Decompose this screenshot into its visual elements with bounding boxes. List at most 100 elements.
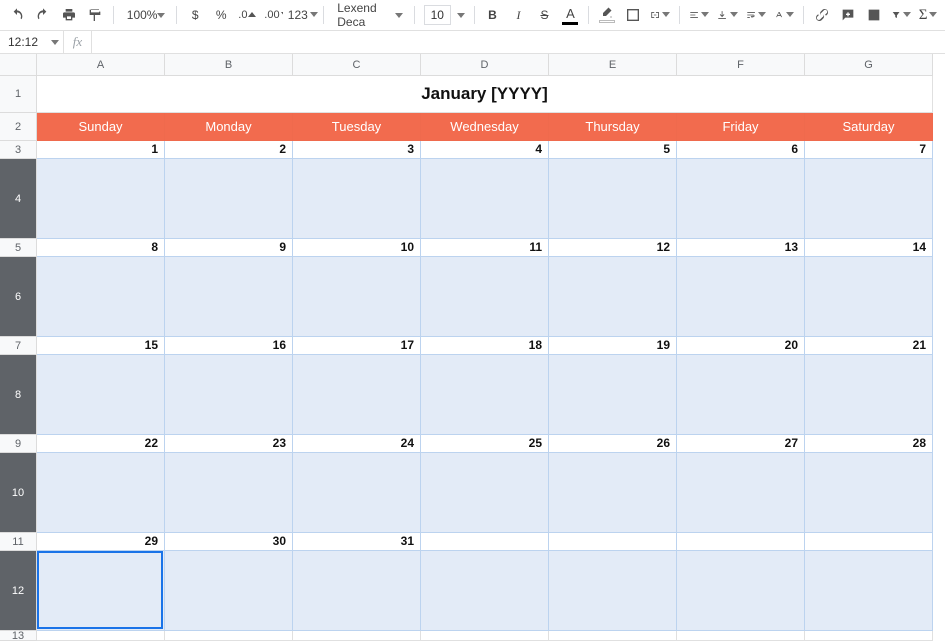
row-header[interactable]: 1 bbox=[0, 76, 37, 113]
font-size-input[interactable]: 10 bbox=[424, 5, 451, 25]
row-header[interactable]: 3 bbox=[0, 141, 37, 159]
grid-cell[interactable] bbox=[677, 631, 805, 641]
week-cell[interactable] bbox=[421, 159, 549, 239]
print-button[interactable] bbox=[56, 2, 82, 28]
grid-cell[interactable] bbox=[37, 631, 165, 641]
grid-body[interactable]: January [YYYY] Sunday Monday Tuesday Wed… bbox=[37, 76, 945, 644]
date-cell[interactable]: 13 bbox=[677, 239, 805, 257]
week-cell[interactable] bbox=[549, 453, 677, 533]
text-wrap-button[interactable] bbox=[742, 2, 770, 28]
column-header[interactable]: B bbox=[165, 54, 293, 76]
format-percent-button[interactable]: % bbox=[208, 2, 234, 28]
date-cell[interactable]: 21 bbox=[805, 337, 933, 355]
date-cell[interactable] bbox=[549, 533, 677, 551]
date-cell[interactable]: 31 bbox=[293, 533, 421, 551]
week-cell[interactable] bbox=[421, 257, 549, 337]
date-cell[interactable]: 6 bbox=[677, 141, 805, 159]
insert-comment-button[interactable] bbox=[835, 2, 861, 28]
date-cell[interactable]: 15 bbox=[37, 337, 165, 355]
dow-header[interactable]: Tuesday bbox=[293, 113, 421, 141]
grid-cell[interactable] bbox=[293, 631, 421, 641]
date-cell[interactable]: 27 bbox=[677, 435, 805, 453]
grid-cell[interactable] bbox=[549, 631, 677, 641]
borders-button[interactable] bbox=[620, 2, 646, 28]
increase-decimal-button[interactable]: .00 bbox=[260, 2, 287, 28]
dow-header[interactable]: Sunday bbox=[37, 113, 165, 141]
week-cell[interactable] bbox=[37, 159, 165, 239]
week-cell[interactable] bbox=[805, 453, 933, 533]
week-cell[interactable] bbox=[421, 355, 549, 435]
name-box[interactable]: 12:12 bbox=[0, 31, 64, 53]
functions-button[interactable]: Σ bbox=[915, 2, 941, 28]
week-cell[interactable] bbox=[165, 355, 293, 435]
date-cell[interactable]: 18 bbox=[421, 337, 549, 355]
week-cell[interactable] bbox=[677, 159, 805, 239]
grid-cell[interactable] bbox=[165, 631, 293, 641]
date-cell[interactable]: 8 bbox=[37, 239, 165, 257]
date-cell[interactable]: 9 bbox=[165, 239, 293, 257]
week-cell[interactable] bbox=[549, 159, 677, 239]
insert-link-button[interactable] bbox=[809, 2, 835, 28]
dow-header[interactable]: Thursday bbox=[549, 113, 677, 141]
horizontal-align-button[interactable] bbox=[685, 2, 713, 28]
week-cell[interactable] bbox=[677, 551, 805, 631]
italic-button[interactable]: I bbox=[505, 2, 531, 28]
date-cell[interactable]: 24 bbox=[293, 435, 421, 453]
date-cell[interactable]: 29 bbox=[37, 533, 165, 551]
week-cell[interactable] bbox=[677, 355, 805, 435]
date-cell[interactable]: 5 bbox=[549, 141, 677, 159]
week-cell[interactable] bbox=[805, 257, 933, 337]
week-cell[interactable] bbox=[421, 551, 549, 631]
undo-button[interactable] bbox=[4, 2, 30, 28]
week-cell[interactable] bbox=[165, 257, 293, 337]
week-cell[interactable] bbox=[37, 551, 165, 631]
week-cell[interactable] bbox=[549, 257, 677, 337]
grid-cell[interactable] bbox=[805, 631, 933, 641]
row-header[interactable]: 11 bbox=[0, 533, 37, 551]
date-cell[interactable]: 11 bbox=[421, 239, 549, 257]
row-header[interactable]: 7 bbox=[0, 337, 37, 355]
row-header[interactable]: 4 bbox=[0, 159, 37, 239]
week-cell[interactable] bbox=[805, 159, 933, 239]
week-cell[interactable] bbox=[677, 453, 805, 533]
dow-header[interactable]: Saturday bbox=[805, 113, 933, 141]
column-header[interactable]: C bbox=[293, 54, 421, 76]
date-cell[interactable]: 14 bbox=[805, 239, 933, 257]
week-cell[interactable] bbox=[549, 551, 677, 631]
vertical-align-button[interactable] bbox=[713, 2, 741, 28]
row-header[interactable]: 13 bbox=[0, 631, 37, 641]
week-cell[interactable] bbox=[677, 257, 805, 337]
week-cell[interactable] bbox=[37, 355, 165, 435]
strikethrough-button[interactable]: S bbox=[531, 2, 557, 28]
column-header[interactable]: G bbox=[805, 54, 933, 76]
date-cell[interactable]: 4 bbox=[421, 141, 549, 159]
date-cell[interactable]: 12 bbox=[549, 239, 677, 257]
week-cell[interactable] bbox=[37, 453, 165, 533]
chevron-down-icon[interactable] bbox=[453, 8, 469, 22]
date-cell[interactable]: 28 bbox=[805, 435, 933, 453]
week-cell[interactable] bbox=[549, 355, 677, 435]
date-cell[interactable]: 2 bbox=[165, 141, 293, 159]
format-currency-button[interactable]: $ bbox=[182, 2, 208, 28]
grid-cell[interactable] bbox=[421, 631, 549, 641]
column-header[interactable]: D bbox=[421, 54, 549, 76]
week-cell[interactable] bbox=[293, 159, 421, 239]
insert-chart-button[interactable] bbox=[861, 2, 887, 28]
week-cell[interactable] bbox=[805, 551, 933, 631]
week-cell[interactable] bbox=[293, 257, 421, 337]
date-cell[interactable] bbox=[805, 533, 933, 551]
column-header[interactable]: A bbox=[37, 54, 165, 76]
dow-header[interactable]: Wednesday bbox=[421, 113, 549, 141]
date-cell[interactable] bbox=[421, 533, 549, 551]
column-header[interactable]: E bbox=[549, 54, 677, 76]
formula-input[interactable] bbox=[92, 32, 945, 52]
date-cell[interactable]: 22 bbox=[37, 435, 165, 453]
row-header[interactable]: 12 bbox=[0, 551, 37, 631]
row-header[interactable]: 6 bbox=[0, 257, 37, 337]
merge-cells-button[interactable] bbox=[646, 2, 674, 28]
dow-header[interactable]: Friday bbox=[677, 113, 805, 141]
date-cell[interactable]: 16 bbox=[165, 337, 293, 355]
week-cell[interactable] bbox=[293, 453, 421, 533]
date-cell[interactable]: 10 bbox=[293, 239, 421, 257]
row-header[interactable]: 8 bbox=[0, 355, 37, 435]
